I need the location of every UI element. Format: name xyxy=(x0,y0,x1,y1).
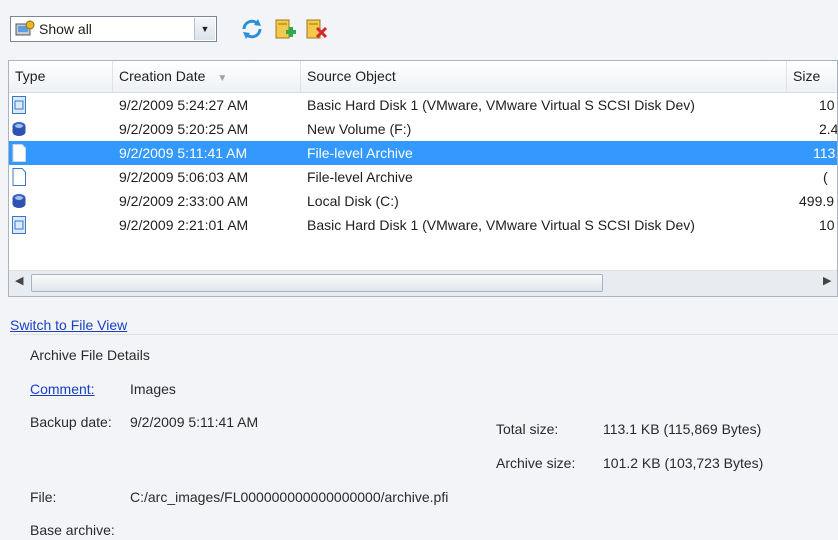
backup-date-value: 9/2/2009 5:11:41 AM xyxy=(130,414,259,430)
row-source: File-level Archive xyxy=(307,145,413,161)
file-label: File: xyxy=(30,489,57,505)
table-row[interactable]: 9/2/2009 5:20:25 AM New Volume (F:) 2.4 xyxy=(9,117,837,141)
show-all-filter-icon xyxy=(15,20,35,36)
scroll-left-icon[interactable]: ◀ xyxy=(15,274,23,287)
table-row[interactable]: 9/2/2009 2:21:01 AM Basic Hard Disk 1 (V… xyxy=(9,213,837,237)
row-source: Basic Hard Disk 1 (VMware, VMware Virtua… xyxy=(307,217,695,233)
row-date: 9/2/2009 5:06:03 AM xyxy=(119,169,249,185)
row-date: 9/2/2009 5:24:27 AM xyxy=(119,97,249,113)
base-archive-label: Base archive: xyxy=(30,522,115,538)
grid-header: Type Creation Date ▼ Source Object Size xyxy=(9,61,837,93)
row-size: 113. xyxy=(813,145,838,161)
column-header-source-object[interactable]: Source Object xyxy=(301,61,787,92)
archive-list[interactable]: Type Creation Date ▼ Source Object Size 9… xyxy=(8,60,838,297)
file-archive-icon xyxy=(12,144,26,162)
show-filter-dropdown[interactable]: Show all ▼ xyxy=(10,16,217,42)
sort-descending-icon: ▼ xyxy=(217,73,228,84)
comment-link[interactable]: Comment: xyxy=(30,381,95,397)
column-header-creation-date[interactable]: Creation Date ▼ xyxy=(113,61,301,92)
total-size-value: 113.1 KB (115,869 Bytes) xyxy=(603,421,762,437)
file-archive-icon xyxy=(12,168,26,186)
table-row[interactable]: 9/2/2009 2:33:00 AM Local Disk (C:) 499.… xyxy=(9,189,837,213)
filter-value: Show all xyxy=(39,21,92,37)
table-row[interactable]: 9/2/2009 5:24:27 AM Basic Hard Disk 1 (V… xyxy=(9,93,837,117)
archive-details-panel: Archive File Details Comment: Images Bac… xyxy=(10,334,838,540)
delete-archive-icon[interactable] xyxy=(304,18,328,40)
total-size-label: Total size: xyxy=(496,421,559,437)
column-header-type[interactable]: Type xyxy=(9,61,113,92)
horizontal-scrollbar[interactable]: ◀ ▶ xyxy=(9,270,837,296)
row-size: 499.9 xyxy=(799,193,835,209)
disk-image-icon xyxy=(12,96,26,114)
refresh-icon[interactable] xyxy=(240,18,264,40)
disk-image-icon xyxy=(12,216,26,234)
row-source: New Volume (F:) xyxy=(307,121,412,137)
row-size: ( xyxy=(823,169,828,185)
row-date: 9/2/2009 5:11:41 AM xyxy=(119,145,248,161)
comment-value: Images xyxy=(130,381,176,397)
backup-date-label: Backup date: xyxy=(30,414,112,430)
chevron-down-icon[interactable]: ▼ xyxy=(194,18,215,40)
row-source: Local Disk (C:) xyxy=(307,193,399,209)
row-source: File-level Archive xyxy=(307,169,413,185)
row-date: 9/2/2009 2:21:01 AM xyxy=(119,217,249,233)
row-size: 10 xyxy=(819,97,835,113)
scroll-right-icon[interactable]: ▶ xyxy=(823,274,831,287)
archive-size-value: 101.2 KB (103,723 Bytes) xyxy=(603,455,764,471)
row-date: 9/2/2009 2:33:00 AM xyxy=(119,193,249,209)
row-size: 2.4 xyxy=(819,121,838,137)
table-row-selected[interactable]: 9/2/2009 5:11:41 AM File-level Archive 1… xyxy=(9,141,837,165)
column-header-label: Creation Date xyxy=(119,68,206,84)
archive-size-label: Archive size: xyxy=(496,455,576,471)
row-size: 10 xyxy=(819,217,835,233)
scrollbar-thumb[interactable] xyxy=(31,274,603,292)
row-source: Basic Hard Disk 1 (VMware, VMware Virtua… xyxy=(307,97,695,113)
switch-to-file-view-link[interactable]: Switch to File View xyxy=(10,317,127,333)
file-path-value: C:/arc_images/FL000000000000000000/archi… xyxy=(130,489,449,505)
partition-icon xyxy=(12,122,26,136)
section-title: Archive File Details xyxy=(30,347,150,363)
row-date: 9/2/2009 5:20:25 AM xyxy=(119,121,249,137)
table-row[interactable]: 9/2/2009 5:06:03 AM File-level Archive ( xyxy=(9,165,837,189)
partition-icon xyxy=(12,194,26,208)
toolbar: Show all ▼ xyxy=(0,0,838,58)
add-archive-icon[interactable] xyxy=(273,18,297,40)
column-header-size[interactable]: Size xyxy=(787,61,837,92)
